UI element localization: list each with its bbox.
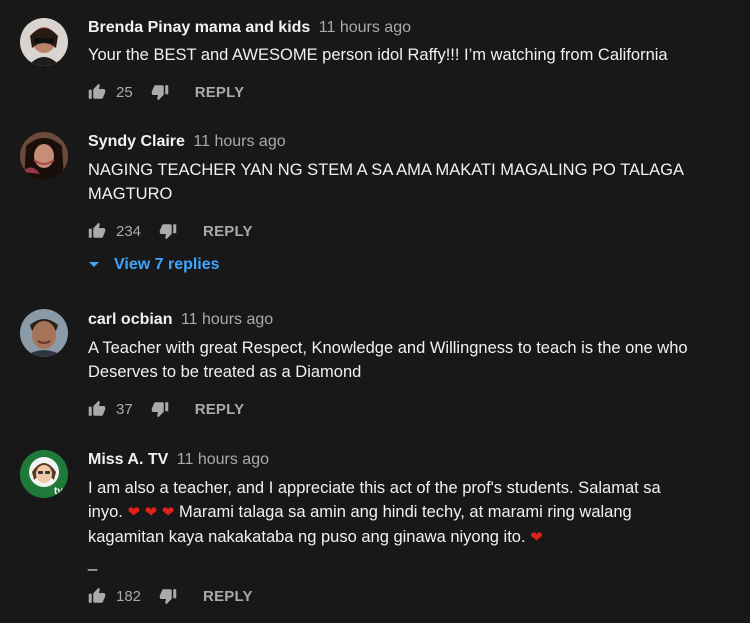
avatar-carl[interactable] xyxy=(20,309,68,357)
reply-button[interactable]: REPLY xyxy=(195,401,245,418)
reply-button[interactable]: REPLY xyxy=(195,84,245,101)
comment-author[interactable]: Miss A. TV xyxy=(88,451,168,468)
comment-text-trailing: _ xyxy=(88,553,98,571)
thumb-down-icon[interactable] xyxy=(159,587,177,605)
like-count: 182 xyxy=(116,587,142,605)
svg-text:tv: tv xyxy=(54,486,63,497)
like-count: 25 xyxy=(116,83,133,101)
comment-author[interactable]: Syndy Claire xyxy=(88,133,185,150)
heart-icon: ❤ xyxy=(161,504,175,521)
comment-text: Your the BEST and AWESOME person idol Ra… xyxy=(88,46,668,64)
heart-icon: ❤ xyxy=(530,529,543,546)
thumb-down-icon[interactable] xyxy=(151,400,169,418)
comment-text: NAGING TEACHER YAN NG STEM A SA AMA MAKA… xyxy=(88,161,684,203)
thumb-down-icon[interactable] xyxy=(151,83,169,101)
comment-text: I am also a teacher, and I appreciate th… xyxy=(88,476,698,574)
view-replies-label: View 7 replies xyxy=(114,256,220,273)
heart-icon: ❤ xyxy=(127,504,141,521)
chevron-down-icon xyxy=(88,256,100,274)
avatar-miss-a-tv[interactable]: tv xyxy=(20,450,68,498)
thumb-up-icon[interactable] xyxy=(88,400,106,418)
like-count: 37 xyxy=(116,400,133,418)
view-replies-button[interactable]: View 7 replies xyxy=(88,256,220,274)
comment-author[interactable]: carl ocbian xyxy=(88,311,172,328)
comment-timestamp[interactable]: 11 hours ago xyxy=(319,19,411,36)
thumb-up-icon[interactable] xyxy=(88,222,106,240)
thumb-down-icon[interactable] xyxy=(159,222,177,240)
comment-author[interactable]: Brenda Pinay mama and kids xyxy=(88,19,310,36)
reply-button[interactable]: REPLY xyxy=(203,588,253,605)
thumb-up-icon[interactable] xyxy=(88,587,106,605)
heart-icon: ❤ xyxy=(144,504,158,521)
reply-button[interactable]: REPLY xyxy=(203,223,253,240)
like-count: 234 xyxy=(116,222,142,240)
thumb-up-icon[interactable] xyxy=(88,83,106,101)
avatar-brenda[interactable] xyxy=(20,18,68,66)
comment-timestamp[interactable]: 11 hours ago xyxy=(181,311,273,328)
comment-text: A Teacher with great Respect, Knowledge … xyxy=(88,339,688,381)
avatar-syndy[interactable] xyxy=(20,132,68,180)
comment-timestamp[interactable]: 11 hours ago xyxy=(177,451,269,468)
comment-timestamp[interactable]: 11 hours ago xyxy=(193,133,285,150)
